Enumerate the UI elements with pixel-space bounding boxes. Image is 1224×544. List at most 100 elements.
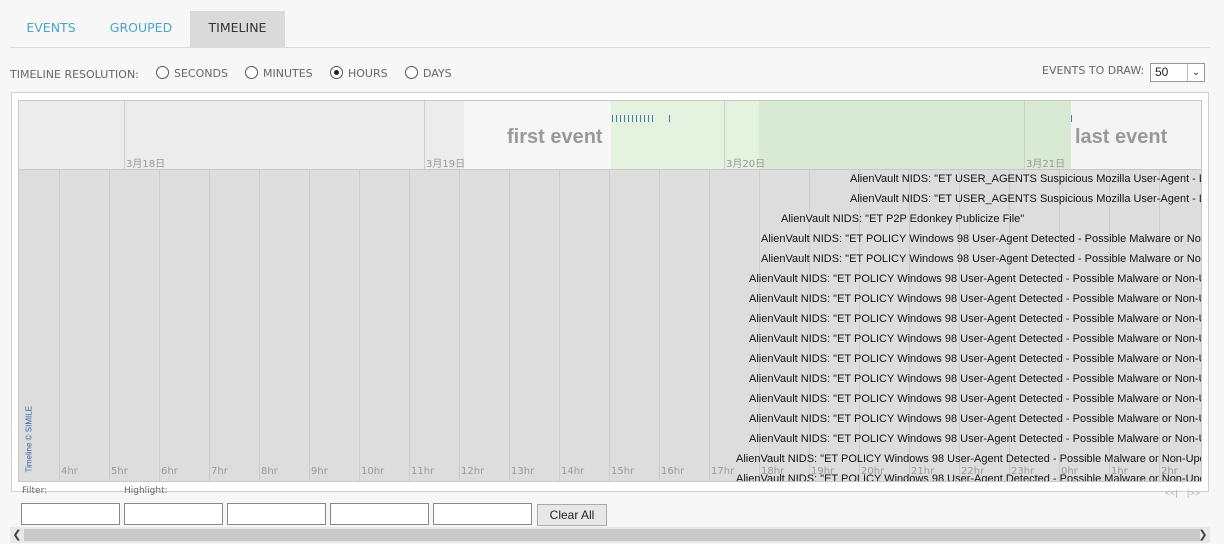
filter-label: Filter: — [22, 486, 48, 496]
hour-gridline — [709, 170, 710, 481]
day-divider — [424, 101, 425, 169]
hour-gridline — [359, 170, 360, 481]
radio-hours-label: HOURS — [348, 66, 388, 80]
hour-gridline — [109, 170, 110, 481]
hour-label: 8hr — [261, 466, 278, 477]
hour-gridline — [59, 170, 60, 481]
timeline-event[interactable]: AlienVault NIDS: "ET POLICY Windows 98 U… — [761, 233, 1201, 245]
timeline-event[interactable]: AlienVault NIDS: "ET USER_AGENTS Suspici… — [850, 193, 1201, 205]
hour-label: 9hr — [311, 466, 328, 477]
date-label: 3月18日 — [126, 159, 166, 170]
date-label: 3月19日 — [426, 159, 466, 170]
timeline-event[interactable]: AlienVault NIDS: "ET POLICY Windows 98 U… — [761, 253, 1201, 265]
hour-gridline — [659, 170, 660, 481]
event-tick-mark — [624, 115, 625, 122]
nav-prev-button[interactable]: <<| — [1165, 488, 1178, 498]
highlight-label: Highlight: — [124, 486, 168, 496]
hour-label: 11hr — [411, 466, 435, 477]
radio-circle-icon[interactable] — [245, 65, 258, 79]
radio-circle-icon[interactable] — [156, 65, 169, 79]
radio-hours[interactable]: HOURS — [330, 65, 388, 80]
hour-gridline — [259, 170, 260, 481]
event-tick-mark — [644, 115, 645, 122]
timeline-event[interactable]: AlienVault NIDS: "ET POLICY Windows 98 U… — [749, 353, 1201, 365]
horizontal-scrollbar[interactable]: ❮ ❯ — [10, 527, 1210, 543]
timeline-event[interactable]: AlienVault NIDS: "ET POLICY Windows 98 U… — [749, 313, 1201, 325]
hour-label: 10hr — [361, 466, 385, 477]
timeline-event[interactable]: AlienVault NIDS: "ET P2P Edonkey Publici… — [781, 213, 1024, 225]
hour-label: 17hr — [711, 466, 735, 477]
highlight-input-1[interactable] — [124, 503, 223, 525]
tab-grouped[interactable]: GROUPED — [100, 11, 182, 47]
radio-days[interactable]: DAYS — [405, 65, 452, 80]
hour-label: 4hr — [61, 466, 78, 477]
day-divider — [1024, 101, 1025, 169]
last-event-label: last event — [1075, 126, 1168, 148]
highlight-input-2[interactable] — [227, 503, 326, 525]
highlight-input-4[interactable] — [433, 503, 532, 525]
events-to-draw-value: 50 — [1155, 65, 1169, 79]
highlight-input-3[interactable] — [330, 503, 429, 525]
simile-copyright: Timeline © SIMILE — [24, 405, 34, 473]
events-to-draw-label: EVENTS TO DRAW: — [1042, 64, 1145, 77]
timeline-event[interactable]: AlienVault NIDS: "ET POLICY Windows 98 U… — [749, 393, 1201, 405]
timeline-event[interactable]: AlienVault NIDS: "ET POLICY Windows 98 U… — [749, 333, 1201, 345]
chevron-down-icon[interactable]: ⌄ — [1187, 64, 1204, 81]
hour-label: 7hr — [211, 466, 228, 477]
timeline-event[interactable]: AlienVault NIDS: "ET POLICY Windows 98 U… — [736, 473, 1201, 481]
hour-gridline — [509, 170, 510, 481]
hour-gridline — [409, 170, 410, 481]
hour-label: 16hr — [661, 466, 685, 477]
timeline-event[interactable]: AlienVault NIDS: "ET USER_AGENTS Suspici… — [850, 173, 1201, 185]
event-tick-mark — [620, 115, 621, 122]
timeline-event[interactable]: AlienVault NIDS: "ET POLICY Windows 98 U… — [749, 373, 1201, 385]
radio-days-label: DAYS — [423, 66, 452, 80]
event-tick-mark — [612, 115, 613, 122]
hour-label: 6hr — [161, 466, 178, 477]
timeline-event[interactable]: AlienVault NIDS: "ET POLICY Windows 98 U… — [749, 273, 1201, 285]
events-to-draw-select[interactable]: 50 ⌄ — [1150, 63, 1205, 82]
radio-minutes[interactable]: MINUTES — [245, 65, 313, 80]
scroll-right-icon[interactable]: ❯ — [1196, 527, 1210, 543]
tab-events[interactable]: EVENTS — [10, 11, 92, 47]
radio-circle-icon[interactable] — [405, 65, 418, 79]
timeline-event[interactable]: AlienVault NIDS: "ET POLICY Windows 98 U… — [749, 293, 1201, 305]
date-label: 3月21日 — [1026, 159, 1066, 170]
day-divider — [124, 101, 125, 169]
first-event-label: first event — [507, 126, 603, 148]
clear-all-button[interactable]: Clear All — [537, 504, 607, 526]
event-tick-mark — [1071, 115, 1072, 122]
day-divider — [724, 101, 725, 169]
event-tick-mark — [640, 115, 641, 122]
radio-seconds[interactable]: SECONDS — [156, 65, 228, 80]
hour-label: 15hr — [611, 466, 635, 477]
date-label: 3月20日 — [726, 159, 766, 170]
timeline-overview-band[interactable]: 3月18日 3月19日 3月20日 3月21日 first event last… — [18, 100, 1202, 170]
timeline-event[interactable]: AlienVault NIDS: "ET POLICY Windows 98 U… — [749, 433, 1201, 445]
event-tick-mark — [636, 115, 637, 122]
radio-seconds-label: SECONDS — [174, 66, 228, 80]
event-tick-mark — [652, 115, 653, 122]
hour-gridline — [159, 170, 160, 481]
hour-label: 13hr — [511, 466, 535, 477]
filter-input[interactable] — [21, 503, 120, 525]
hour-gridline — [309, 170, 310, 481]
nav-next-button[interactable]: |>> — [1187, 488, 1200, 498]
tab-bar: EVENTS GROUPED TIMELINE — [10, 11, 1210, 48]
event-tick-mark — [616, 115, 617, 122]
timeline-detail-band[interactable]: 4hr 5hr 6hr 7hr 8hr 9hr 10hr 11hr 12hr 13hr 14hr 15… — [18, 170, 1202, 482]
radio-circle-checked-icon[interactable] — [330, 65, 343, 79]
scroll-left-icon[interactable]: ❮ — [10, 527, 24, 543]
hour-label: 12hr — [461, 466, 485, 477]
event-tick-mark — [648, 115, 649, 122]
hour-gridline — [559, 170, 560, 481]
timeline-resolution-label: TIMELINE RESOLUTION: — [10, 68, 139, 81]
event-tick-mark — [632, 115, 633, 122]
timeline-event[interactable]: AlienVault NIDS: "ET POLICY Windows 98 U… — [749, 413, 1201, 425]
hour-gridline — [209, 170, 210, 481]
tab-timeline[interactable]: TIMELINE — [190, 11, 285, 47]
hour-label: 14hr — [561, 466, 585, 477]
hour-gridline — [459, 170, 460, 481]
timeline-event[interactable]: AlienVault NIDS: "ET POLICY Windows 98 U… — [736, 453, 1201, 465]
scrollbar-thumb[interactable] — [24, 529, 1200, 541]
